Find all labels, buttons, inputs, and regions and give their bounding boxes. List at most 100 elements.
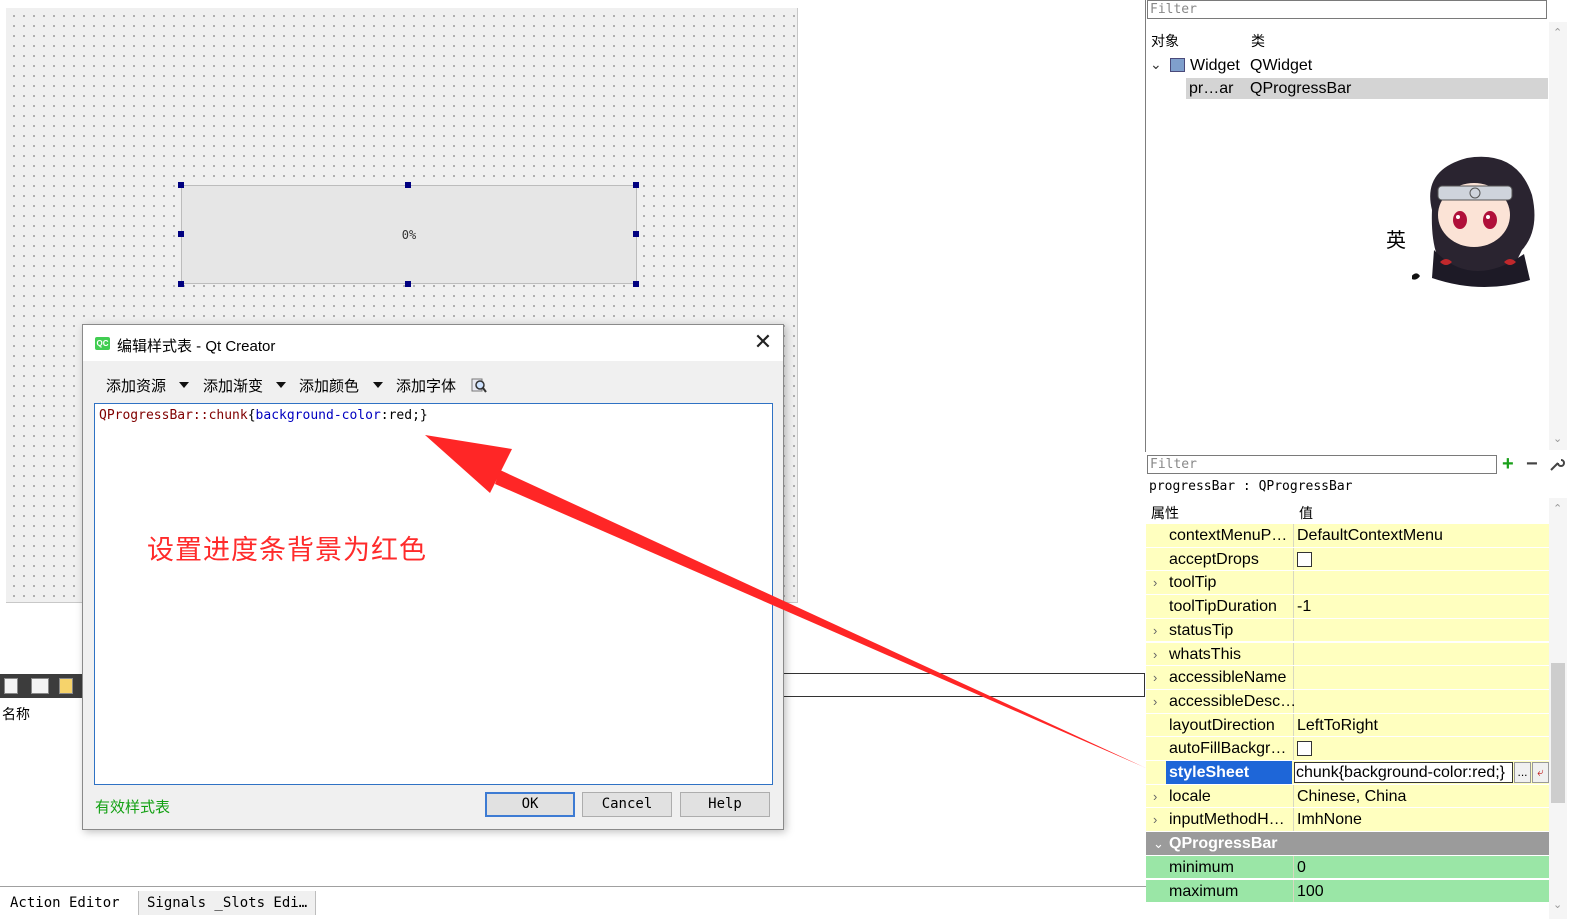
expand-chevron-icon[interactable]: › bbox=[1153, 647, 1157, 662]
add-font-menu[interactable]: 添加字体 bbox=[396, 375, 456, 396]
paste-action-icon[interactable] bbox=[59, 678, 73, 694]
property-row[interactable]: › accessibleName bbox=[1146, 666, 1549, 690]
resize-handle-bm[interactable] bbox=[405, 281, 411, 287]
property-row[interactable]: layoutDirection LeftToRight bbox=[1146, 713, 1549, 738]
add-resource-menu[interactable]: 添加资源 bbox=[106, 375, 166, 396]
tab-action-editor[interactable]: Action Editor bbox=[2, 891, 128, 915]
property-scrollbar[interactable]: ⌃ ⌄ bbox=[1549, 498, 1567, 919]
bottom-tab-bar: Action Editor Signals _Slots Edi… bbox=[0, 886, 1146, 919]
prop-divider bbox=[1293, 547, 1294, 571]
prop-divider bbox=[1293, 571, 1294, 595]
chevron-down-icon[interactable] bbox=[179, 382, 189, 388]
resize-handle-tr[interactable] bbox=[633, 182, 639, 188]
property-row-stylesheet[interactable]: styleSheet chunk{background-color:red;} … bbox=[1146, 761, 1549, 785]
property-value[interactable]: 100 bbox=[1297, 883, 1324, 901]
stylesheet-reset-icon[interactable]: ⤶ bbox=[1532, 762, 1549, 783]
help-button[interactable]: Help bbox=[680, 792, 770, 817]
stylesheet-value-input[interactable]: chunk{background-color:red;} bbox=[1294, 762, 1513, 783]
tab-signals-slots-editor[interactable]: Signals _Slots Edi… bbox=[138, 891, 317, 915]
new-action-icon[interactable] bbox=[4, 678, 18, 694]
property-name: acceptDrops bbox=[1169, 550, 1259, 568]
ime-mode-label[interactable]: 英 bbox=[1386, 224, 1406, 253]
property-section-header[interactable]: ⌄ QProgressBar bbox=[1146, 832, 1549, 856]
prop-divider bbox=[1293, 595, 1294, 618]
property-row[interactable]: › statusTip bbox=[1146, 618, 1549, 643]
cancel-button[interactable]: Cancel bbox=[582, 792, 672, 817]
resize-handle-tm[interactable] bbox=[405, 182, 411, 188]
property-value[interactable]: Chinese, China bbox=[1297, 788, 1406, 806]
expand-chevron-icon[interactable]: › bbox=[1153, 789, 1157, 804]
dock-border-bottom bbox=[783, 696, 1145, 697]
stylesheet-edit-button[interactable]: ... bbox=[1514, 762, 1531, 783]
chevron-down-icon[interactable] bbox=[276, 382, 286, 388]
close-icon[interactable]: ✕ bbox=[751, 331, 775, 355]
property-row[interactable]: acceptDrops bbox=[1146, 547, 1549, 572]
ok-button[interactable]: OK bbox=[485, 792, 575, 817]
widget-class-icon bbox=[1170, 58, 1185, 72]
tree-item-progressbar-name[interactable]: pr…ar bbox=[1189, 80, 1233, 98]
property-row[interactable]: maximum 100 bbox=[1146, 879, 1549, 904]
col-header-value: 值 bbox=[1299, 505, 1313, 521]
property-row[interactable]: autoFillBackgr… bbox=[1146, 737, 1549, 761]
property-filter-input[interactable]: Filter bbox=[1147, 455, 1497, 474]
add-gradient-menu[interactable]: 添加渐变 bbox=[203, 375, 263, 396]
resize-handle-ml[interactable] bbox=[178, 231, 184, 237]
property-row[interactable]: › inputMethodH… ImhNone bbox=[1146, 808, 1549, 833]
resize-handle-br[interactable] bbox=[633, 281, 639, 287]
property-value[interactable]: ImhNone bbox=[1297, 811, 1362, 829]
tree-expand-arrow[interactable]: ⌄ bbox=[1150, 56, 1162, 73]
add-color-menu[interactable]: 添加颜色 bbox=[299, 375, 359, 396]
object-filter-input[interactable]: Filter bbox=[1147, 0, 1547, 19]
property-value[interactable]: DefaultContextMenu bbox=[1297, 527, 1443, 545]
expand-chevron-icon[interactable]: › bbox=[1153, 623, 1157, 638]
remove-dynamic-property-icon[interactable]: − bbox=[1526, 454, 1538, 474]
accept-drops-checkbox[interactable] bbox=[1297, 551, 1312, 567]
resize-handle-tl[interactable] bbox=[178, 182, 184, 188]
scroll-down-icon[interactable]: ⌄ bbox=[1553, 432, 1562, 445]
col-header-object: 对象 bbox=[1151, 33, 1179, 49]
resize-handle-bl[interactable] bbox=[178, 281, 184, 287]
code-colon: : bbox=[380, 408, 389, 423]
expand-chevron-icon[interactable]: › bbox=[1153, 812, 1157, 827]
stylesheet-code-line[interactable]: QProgressBar::chunk{background-color:red… bbox=[99, 408, 428, 423]
chevron-down-icon[interactable] bbox=[373, 382, 383, 388]
property-name: minimum bbox=[1169, 858, 1234, 876]
copy-action-icon[interactable] bbox=[31, 678, 49, 694]
scroll-down-icon[interactable]: ⌄ bbox=[1553, 898, 1562, 911]
prop-divider bbox=[1293, 808, 1294, 832]
stylesheet-valid-status: 有效样式表 bbox=[95, 799, 171, 816]
property-row[interactable]: › accessibleDesc… bbox=[1146, 689, 1549, 714]
scroll-thumb[interactable] bbox=[1551, 663, 1565, 803]
expand-chevron-icon[interactable]: › bbox=[1153, 694, 1157, 709]
property-row[interactable]: contextMenuP… DefaultContextMenu bbox=[1146, 524, 1549, 548]
property-row[interactable]: minimum 0 bbox=[1146, 855, 1549, 880]
code-selector: QProgressBar::chunk bbox=[99, 408, 248, 423]
progress-bar-widget[interactable]: 0% bbox=[181, 185, 637, 284]
qt-designer-window: 0% 名称 Action Editor Signals _Slots Edi… … bbox=[0, 0, 1587, 919]
scroll-up-icon[interactable]: ⌃ bbox=[1553, 26, 1562, 39]
stylesheet-text-editor[interactable]: QProgressBar::chunk{background-color:red… bbox=[94, 403, 773, 785]
add-dynamic-property-icon[interactable]: + bbox=[1502, 454, 1514, 474]
expand-chevron-icon[interactable]: › bbox=[1153, 575, 1157, 590]
tree-item-widget-name[interactable]: Widget bbox=[1190, 57, 1240, 75]
magnifier-preview-icon[interactable] bbox=[471, 377, 487, 393]
inspector-scrollbar[interactable]: ⌃ ⌄ bbox=[1549, 22, 1567, 450]
dialog-titlebar[interactable]: QC 编辑样式表 - Qt Creator ✕ bbox=[83, 325, 783, 361]
property-row[interactable]: › toolTip bbox=[1146, 571, 1549, 596]
auto-fill-background-checkbox[interactable] bbox=[1297, 741, 1312, 757]
property-value[interactable]: 0 bbox=[1297, 859, 1306, 877]
configure-wrench-icon[interactable] bbox=[1549, 456, 1565, 472]
property-row[interactable]: toolTipDuration -1 bbox=[1146, 595, 1549, 619]
property-value[interactable]: -1 bbox=[1297, 598, 1311, 616]
collapse-chevron-icon[interactable]: ⌄ bbox=[1153, 836, 1164, 852]
scroll-up-icon[interactable]: ⌃ bbox=[1553, 502, 1562, 515]
resize-handle-mr[interactable] bbox=[633, 231, 639, 237]
property-name: toolTipDuration bbox=[1169, 598, 1277, 616]
property-row[interactable]: › locale Chinese, China bbox=[1146, 784, 1549, 809]
expand-chevron-icon[interactable]: › bbox=[1153, 670, 1157, 685]
property-name: toolTip bbox=[1169, 574, 1217, 592]
property-value[interactable]: LeftToRight bbox=[1297, 717, 1378, 735]
property-name: autoFillBackgr… bbox=[1169, 740, 1287, 758]
tree-item-widget-class: QWidget bbox=[1250, 57, 1313, 74]
property-row[interactable]: › whatsThis bbox=[1146, 642, 1549, 667]
